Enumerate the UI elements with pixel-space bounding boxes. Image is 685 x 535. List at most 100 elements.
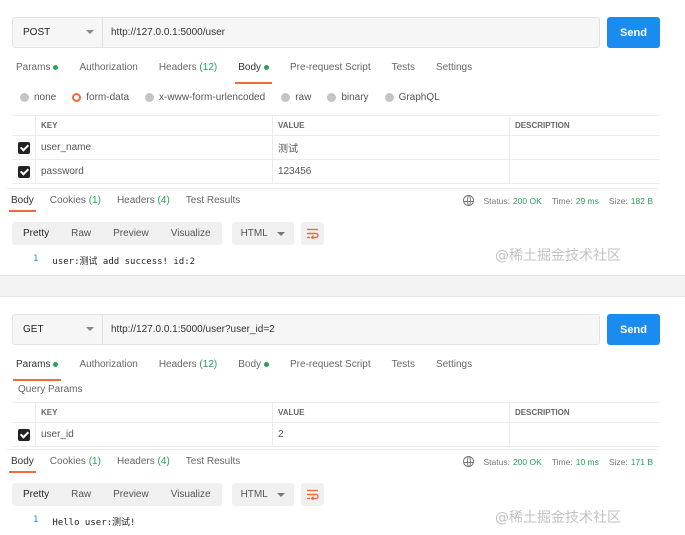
method-select[interactable]: POST xyxy=(13,18,103,47)
response-tab-headers[interactable]: Headers (4) xyxy=(117,456,170,467)
format-pretty[interactable]: Pretty xyxy=(12,222,60,245)
response-tab-cookies[interactable]: Cookies (1) xyxy=(50,456,101,467)
value-column-header: VALUE xyxy=(273,116,510,135)
form-data-table: KEY VALUE DESCRIPTION user_name 测试 passw… xyxy=(12,115,660,184)
method-label: POST xyxy=(23,27,51,38)
wrap-icon xyxy=(306,489,319,500)
request-tabs: Params Authorization Headers (12) Body P… xyxy=(16,62,493,84)
radio-x-www-form-urlencoded[interactable]: x-www-form-urlencoded xyxy=(145,92,265,103)
language-select[interactable]: HTML xyxy=(231,483,294,506)
tab-tests[interactable]: Tests xyxy=(392,62,415,80)
tab-authorization[interactable]: Authorization xyxy=(79,359,137,377)
radio-icon xyxy=(20,93,29,102)
key-column-header: KEY xyxy=(36,116,273,135)
format-pretty[interactable]: Pretty xyxy=(12,483,60,506)
format-raw[interactable]: Raw xyxy=(60,222,102,245)
response-bar: Body Cookies (1) Headers (4) Test Result… xyxy=(7,188,658,212)
language-select[interactable]: HTML xyxy=(231,222,294,245)
table-header: KEY VALUE DESCRIPTION xyxy=(12,116,660,136)
tab-body[interactable]: Body xyxy=(238,359,270,377)
wrap-lines-button[interactable] xyxy=(300,222,324,245)
key-cell[interactable]: user_name xyxy=(36,136,273,159)
table-row: user_name 测试 xyxy=(12,136,660,160)
format-preview[interactable]: Preview xyxy=(102,222,160,245)
request-tabs: Params Authorization Headers (12) Body P… xyxy=(12,359,493,381)
url-input[interactable]: http://127.0.0.1:5000/user xyxy=(103,18,599,47)
tab-settings[interactable]: Settings xyxy=(436,62,472,80)
format-toolbar: Pretty Raw Preview Visualize HTML xyxy=(12,222,324,245)
value-cell[interactable]: 2 xyxy=(273,423,510,446)
checkbox[interactable] xyxy=(17,428,30,441)
radio-raw[interactable]: raw xyxy=(281,92,311,103)
wrap-lines-button[interactable] xyxy=(300,483,324,506)
radio-icon xyxy=(327,93,337,102)
radio-graphql[interactable]: GraphQL xyxy=(384,92,440,103)
response-bar: Body Cookies (1) Headers (4) Test Result… xyxy=(7,449,658,473)
value-cell[interactable]: 测试 xyxy=(273,136,510,159)
response-status: Status: 200 OK Time: 29 ms Size: 182 B xyxy=(463,195,653,206)
url-input[interactable]: http://127.0.0.1:5000/user?user_id=2 xyxy=(103,315,599,344)
tab-settings[interactable]: Settings xyxy=(436,359,472,377)
key-cell[interactable]: password xyxy=(36,160,273,183)
format-raw[interactable]: Raw xyxy=(60,483,102,506)
response-tab-body[interactable]: Body xyxy=(9,456,36,473)
key-cell[interactable]: user_id xyxy=(36,423,273,446)
format-preview[interactable]: Preview xyxy=(102,483,160,506)
tab-body[interactable]: Body xyxy=(235,62,272,84)
format-segment: Pretty Raw Preview Visualize xyxy=(12,222,222,245)
request-panel-get: GET http://127.0.0.1:5000/user?user_id=2… xyxy=(7,297,660,535)
chevron-down-icon xyxy=(86,327,94,331)
radio-binary[interactable]: binary xyxy=(327,92,369,103)
send-button[interactable]: Send xyxy=(607,314,660,345)
tab-authorization[interactable]: Authorization xyxy=(79,62,137,80)
description-cell[interactable] xyxy=(510,423,660,446)
watermark: @稀土掘金技术社区 xyxy=(495,510,621,526)
tab-tests[interactable]: Tests xyxy=(392,359,415,377)
radio-selected-icon xyxy=(72,93,82,102)
watermark: @稀土掘金技术社区 xyxy=(495,248,621,264)
tab-headers[interactable]: Headers (12) xyxy=(159,359,217,377)
tab-params[interactable]: Params xyxy=(12,359,62,381)
body-type-radios: none form-data x-www-form-urlencoded raw… xyxy=(20,92,456,103)
url-bar: GET http://127.0.0.1:5000/user?user_id=2 xyxy=(12,314,600,345)
response-tab-test-results[interactable]: Test Results xyxy=(186,456,240,467)
response-tab-cookies[interactable]: Cookies (1) xyxy=(50,195,101,206)
send-button[interactable]: Send xyxy=(607,17,660,48)
chevron-down-icon xyxy=(276,232,285,236)
radio-icon xyxy=(384,93,394,102)
radio-none[interactable]: none xyxy=(20,92,56,103)
globe-icon[interactable] xyxy=(463,456,475,467)
method-label: GET xyxy=(23,324,44,335)
query-params-table: KEY VALUE DESCRIPTION user_id 2 xyxy=(12,402,660,447)
checkbox[interactable] xyxy=(17,141,30,154)
chevron-down-icon xyxy=(86,30,94,34)
response-tab-body[interactable]: Body xyxy=(9,195,36,212)
response-tabs: Body Cookies (1) Headers (4) Test Result… xyxy=(9,195,256,212)
radio-icon xyxy=(145,93,155,102)
line-number: 1 xyxy=(33,515,39,525)
response-tab-headers[interactable]: Headers (4) xyxy=(117,195,170,206)
tab-headers[interactable]: Headers (12) xyxy=(159,62,217,80)
value-column-header: VALUE xyxy=(273,403,510,422)
checkbox[interactable] xyxy=(17,165,30,178)
tab-pre-request-script[interactable]: Pre-request Script xyxy=(290,359,371,377)
method-select[interactable]: GET xyxy=(13,315,103,344)
description-cell[interactable] xyxy=(510,160,660,183)
radio-form-data[interactable]: form-data xyxy=(72,92,129,103)
format-segment: Pretty Raw Preview Visualize xyxy=(12,483,222,506)
body-dot-icon xyxy=(264,64,270,70)
response-tab-test-results[interactable]: Test Results xyxy=(186,195,240,206)
globe-icon[interactable] xyxy=(463,195,475,206)
chevron-down-icon xyxy=(276,493,285,497)
wrap-icon xyxy=(306,228,319,239)
response-body-line: 1 user:测试 add success! id:2 xyxy=(33,254,195,267)
format-visualize[interactable]: Visualize xyxy=(160,222,222,245)
tab-pre-request-script[interactable]: Pre-request Script xyxy=(290,62,371,80)
format-visualize[interactable]: Visualize xyxy=(160,483,222,506)
line-number: 1 xyxy=(33,254,39,264)
tab-params[interactable]: Params xyxy=(16,62,59,80)
query-params-title: Query Params xyxy=(18,384,83,395)
radio-icon xyxy=(281,93,291,102)
value-cell[interactable]: 123456 xyxy=(273,160,510,183)
description-cell[interactable] xyxy=(510,136,660,159)
